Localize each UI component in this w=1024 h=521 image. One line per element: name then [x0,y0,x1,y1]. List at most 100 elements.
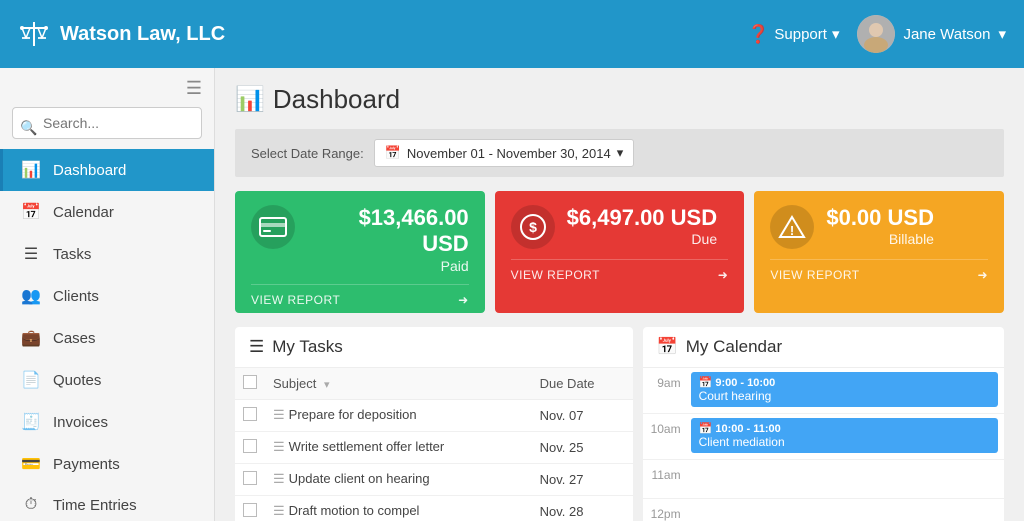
task-subject: ☰Draft motion to compel [265,495,532,521]
event-time: 📅 10:00 - 11:00 [699,422,990,435]
page-title: 📊 Dashboard [235,84,1004,115]
cal-time-label: 12pm [643,499,685,521]
card-paid-footer[interactable]: VIEW REPORT ➜ [251,284,469,313]
calendar-panel: 📅 My Calendar 9am 📅 9:00 - 10:00 Court h… [643,327,1004,521]
avatar [857,15,895,53]
calendar-icon: 📅 [21,202,41,222]
sidebar-item-tasks[interactable]: ☰ Tasks [0,233,214,275]
task-checkbox[interactable] [243,439,257,453]
sidebar-item-clients[interactable]: 👥 Clients [0,275,214,317]
card-billable-label: Billable [826,231,934,247]
hamburger-icon[interactable]: ☰ [186,78,202,99]
card-billable: ! $0.00 USD Billable VIEW REPORT ➜ [754,191,1004,313]
table-row: ☰Write settlement offer letter Nov. 25 [235,431,633,463]
card-billable-footer[interactable]: VIEW REPORT ➜ [770,259,988,288]
calendar-event[interactable]: 📅 9:00 - 10:00 Court hearing [691,372,998,407]
card-billable-amount: $0.00 USD [826,205,934,231]
sidebar-label-clients: Clients [53,288,99,305]
support-button[interactable]: ❓ Support ▾ [747,24,840,45]
task-checkbox[interactable] [243,471,257,485]
tasks-table: Subject ▾ Due Date ☰Prepare for [235,368,633,521]
card-billable-arrow-icon: ➜ [977,268,988,282]
card-due-icon: $ [511,205,555,249]
card-due-top: $ $6,497.00 USD Due [511,205,729,249]
task-subject: ☰Prepare for deposition [265,399,532,431]
date-range-value: November 01 - November 30, 2014 [407,146,611,161]
card-due-footer-text: VIEW REPORT [511,268,600,282]
event-title: Court hearing [699,389,990,403]
card-due: $ $6,497.00 USD Due VIEW REPORT ➜ [495,191,745,313]
card-billable-icon: ! [770,205,814,249]
user-name: Jane Watson [903,26,990,43]
tasks-title: My Tasks [272,337,343,357]
topbar: Watson Law, LLC ❓ Support ▾ Jane Watson … [0,0,1024,68]
search-icon: 🔍 [20,120,37,137]
card-due-text: $6,497.00 USD Due [567,205,717,247]
sidebar-item-calendar[interactable]: 📅 Calendar [0,191,214,233]
user-menu-button[interactable]: Jane Watson ▾ [857,15,1006,53]
task-subject: ☰Write settlement offer letter [265,431,532,463]
cases-icon: 💼 [21,328,41,348]
row-checkbox-cell [235,431,265,463]
topbar-right: ❓ Support ▾ Jane Watson ▾ [747,15,1006,53]
sidebar-item-time-entries[interactable]: ⏱ Time Entries [0,485,214,521]
task-checkbox[interactable] [243,407,257,421]
chart-icon: 📊 [235,85,265,114]
row-checkbox-cell [235,495,265,521]
cal-time-label: 10am [643,414,685,442]
select-all-checkbox[interactable] [243,375,257,389]
task-drag-icon: ☰ [273,439,285,454]
card-paid-arrow-icon: ➜ [458,293,469,307]
dashboard-icon: 📊 [21,160,41,180]
quotes-icon: 📄 [21,370,41,390]
task-due: Nov. 07 [532,399,633,431]
payments-icon: 💳 [21,454,41,474]
sidebar-item-quotes[interactable]: 📄 Quotes [0,359,214,401]
row-checkbox-cell [235,399,265,431]
sidebar-label-time-entries: Time Entries [53,497,137,514]
table-row: ☰Update client on hearing Nov. 27 [235,463,633,495]
invoice-icon: $ [519,213,547,241]
cards-row: $13,466.00 USD Paid VIEW REPORT ➜ [235,191,1004,313]
task-due: Nov. 28 [532,495,633,521]
sidebar-label-calendar: Calendar [53,204,114,221]
sidebar-item-cases[interactable]: 💼 Cases [0,317,214,359]
calendar-row: 10am 📅 10:00 - 11:00 Client mediation [643,414,1004,460]
sidebar-header: ☰ [0,68,214,107]
task-checkbox[interactable] [243,503,257,517]
calendar-title: My Calendar [686,337,782,357]
task-due: Nov. 25 [532,431,633,463]
task-drag-icon: ☰ [273,407,285,422]
table-row: ☰Draft motion to compel Nov. 28 [235,495,633,521]
calendar-panel-icon: 📅 [657,337,678,357]
card-due-footer[interactable]: VIEW REPORT ➜ [511,259,729,288]
sidebar-item-payments[interactable]: 💳 Payments [0,443,214,485]
card-paid-amount: $13,466.00 USD [307,205,469,258]
warning-icon: ! [778,213,806,241]
date-range-picker[interactable]: 📅 November 01 - November 30, 2014 ▾ [374,139,635,167]
card-billable-text: $0.00 USD Billable [826,205,934,247]
content-area: 📊 Dashboard Select Date Range: 📅 Novembe… [215,68,1024,521]
calendar-event[interactable]: 📅 10:00 - 11:00 Client mediation [691,418,998,453]
sidebar: ☰ 🔍 📊 Dashboard 📅 Calendar ☰ Tasks 👥 Cli… [0,68,215,521]
search-container: 🔍 [0,107,214,149]
cal-events: 📅 9:00 - 10:00 Court hearing [685,368,1004,413]
card-due-label: Due [567,231,717,247]
event-title: Client mediation [699,435,990,449]
task-drag-icon: ☰ [273,503,285,518]
sidebar-label-invoices: Invoices [53,414,108,431]
tasks-col-due: Due Date [532,368,633,400]
card-due-amount: $6,497.00 USD [567,205,717,231]
calendar-body: 9am 📅 9:00 - 10:00 Court hearing 10am 📅 … [643,368,1004,521]
support-label: Support [774,26,827,43]
calendar-row: 12pm [643,499,1004,521]
sidebar-label-cases: Cases [53,330,96,347]
sidebar-item-dashboard[interactable]: 📊 Dashboard [0,149,214,191]
card-billable-footer-text: VIEW REPORT [770,268,859,282]
sidebar-item-invoices[interactable]: 🧾 Invoices [0,401,214,443]
search-input[interactable] [12,107,202,139]
tasks-header-icon: ☰ [249,337,264,357]
svg-text:!: ! [790,223,794,238]
content-inner: 📊 Dashboard Select Date Range: 📅 Novembe… [215,68,1024,521]
sort-icon: ▾ [324,379,330,391]
